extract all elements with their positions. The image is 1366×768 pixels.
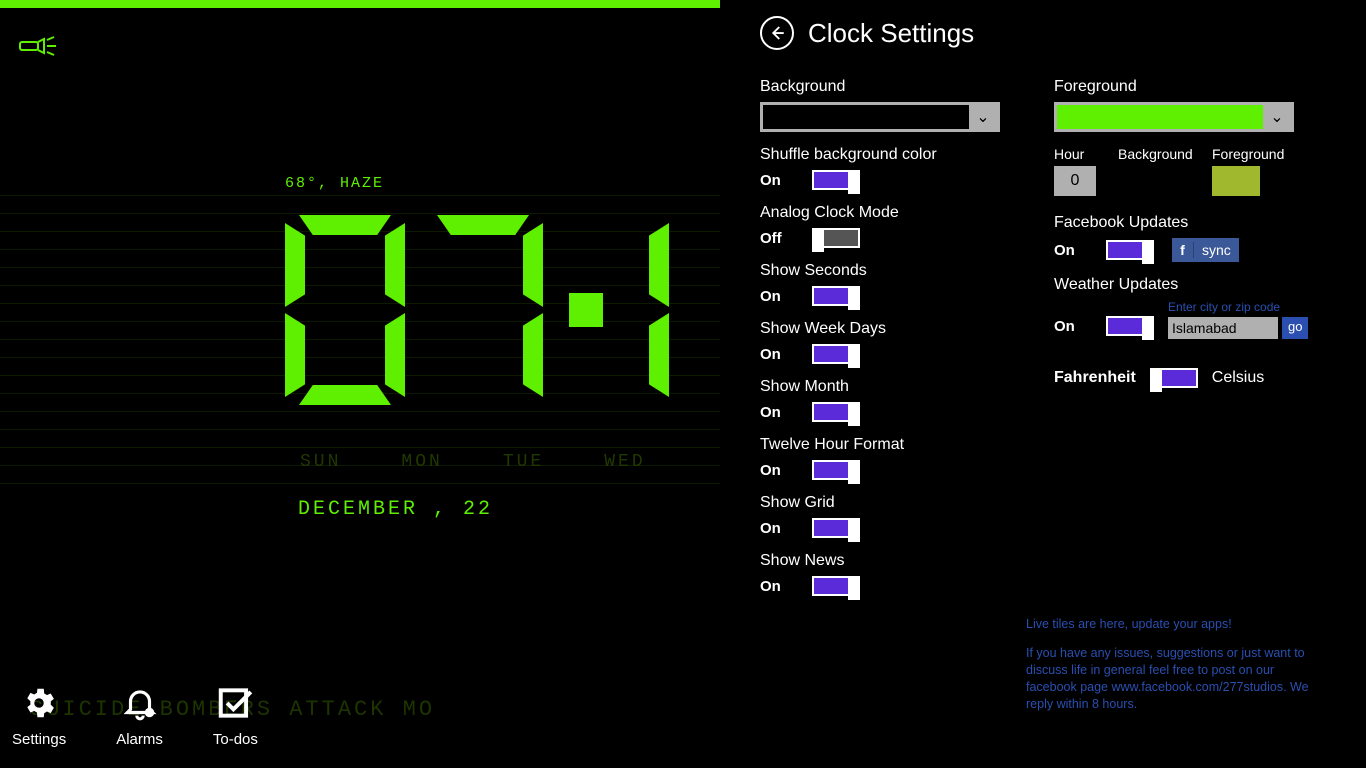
toggle-label-7: Show News bbox=[760, 552, 1010, 570]
bell-icon bbox=[121, 684, 159, 727]
weather-toggle[interactable] bbox=[1106, 316, 1154, 336]
digit-7 bbox=[423, 215, 543, 405]
foreground-label: Foreground bbox=[1054, 78, 1304, 96]
background-picker[interactable]: ⌄ bbox=[760, 102, 1000, 132]
facebook-icon: f bbox=[1172, 242, 1194, 258]
toggle-label-1: Analog Clock Mode bbox=[760, 204, 1010, 222]
chevron-down-icon: ⌄ bbox=[969, 107, 997, 127]
digit-0 bbox=[285, 215, 405, 405]
foreground-picker[interactable]: ⌄ bbox=[1054, 102, 1294, 132]
toggle-state-5: On bbox=[760, 462, 794, 479]
digit-partial bbox=[629, 215, 669, 405]
weather-state: On bbox=[1054, 318, 1088, 335]
toggle-label-3: Show Week Days bbox=[760, 320, 1010, 338]
settings-label: Settings bbox=[12, 731, 66, 748]
toggle-4[interactable] bbox=[812, 402, 860, 422]
toggle-label-6: Show Grid bbox=[760, 494, 1010, 512]
toggle-3[interactable] bbox=[812, 344, 860, 364]
fb-sync-button[interactable]: f sync bbox=[1172, 238, 1239, 262]
fb-toggle[interactable] bbox=[1106, 240, 1154, 260]
weather-text: 68°, HAZE bbox=[285, 175, 384, 192]
toggle-2[interactable] bbox=[812, 286, 860, 306]
background-swatch bbox=[763, 105, 969, 129]
foreground-swatch bbox=[1057, 105, 1263, 129]
fahrenheit-label: Fahrenheit bbox=[1054, 369, 1136, 387]
promo-text: Live tiles are here, update your apps! I… bbox=[1026, 616, 1316, 724]
toggle-6[interactable] bbox=[812, 518, 860, 538]
settings-panel: Clock Settings Background ⌄ Shuffle back… bbox=[760, 16, 1360, 610]
clock-display: 68°, HAZE SUN MON TUE WED DECEMBER , 22 … bbox=[0, 0, 740, 768]
colon-dot bbox=[569, 293, 603, 327]
city-input[interactable] bbox=[1168, 317, 1278, 339]
settings-button[interactable]: Settings bbox=[12, 684, 66, 748]
toggle-label-4: Show Month bbox=[760, 378, 1010, 396]
units-toggle[interactable] bbox=[1150, 368, 1198, 388]
chevron-down-icon: ⌄ bbox=[1263, 107, 1291, 127]
toggle-state-1: Off bbox=[760, 230, 794, 247]
toggle-5[interactable] bbox=[812, 460, 860, 480]
toggle-0[interactable] bbox=[812, 170, 860, 190]
celsius-label: Celsius bbox=[1212, 369, 1264, 387]
fb-updates-label: Facebook Updates bbox=[1054, 214, 1304, 232]
toggle-state-7: On bbox=[760, 578, 794, 595]
hour-bg-swatch[interactable] bbox=[1118, 166, 1190, 196]
hour-input[interactable]: 0 bbox=[1054, 166, 1096, 196]
toggle-state-3: On bbox=[760, 346, 794, 363]
weekday: WED bbox=[604, 452, 645, 472]
go-button[interactable]: go bbox=[1282, 317, 1308, 339]
settings-title: Clock Settings bbox=[808, 18, 974, 49]
city-hint: Enter city or zip code bbox=[1168, 300, 1308, 314]
weekday: MON bbox=[401, 452, 442, 472]
background-label: Background bbox=[760, 78, 1010, 96]
weather-updates-label: Weather Updates bbox=[1054, 276, 1304, 294]
checkbox-icon bbox=[216, 684, 254, 727]
toggle-label-2: Show Seconds bbox=[760, 262, 1010, 280]
fb-state: On bbox=[1054, 242, 1088, 259]
weekday: SUN bbox=[300, 452, 341, 472]
alarms-button[interactable]: Alarms bbox=[116, 684, 163, 748]
toggle-label-0: Shuffle background color bbox=[760, 146, 1010, 164]
back-button[interactable] bbox=[760, 16, 794, 50]
weekday: TUE bbox=[503, 452, 544, 472]
date-text: DECEMBER , 22 bbox=[298, 498, 493, 521]
toggle-7[interactable] bbox=[812, 576, 860, 596]
weekday-row: SUN MON TUE WED bbox=[300, 452, 646, 472]
toggle-state-2: On bbox=[760, 288, 794, 305]
time-digits bbox=[285, 215, 669, 405]
toggle-state-0: On bbox=[760, 172, 794, 189]
todos-button[interactable]: To-dos bbox=[213, 684, 258, 748]
hour-fg-swatch[interactable] bbox=[1212, 166, 1260, 196]
gear-icon bbox=[20, 684, 58, 727]
alarms-label: Alarms bbox=[116, 731, 163, 748]
toggle-state-6: On bbox=[760, 520, 794, 537]
hour-colors-header: Hour Background Foreground bbox=[1054, 146, 1304, 162]
toggle-1[interactable] bbox=[812, 228, 860, 248]
toggle-label-5: Twelve Hour Format bbox=[760, 436, 1010, 454]
toggle-state-4: On bbox=[760, 404, 794, 421]
todos-label: To-dos bbox=[213, 731, 258, 748]
